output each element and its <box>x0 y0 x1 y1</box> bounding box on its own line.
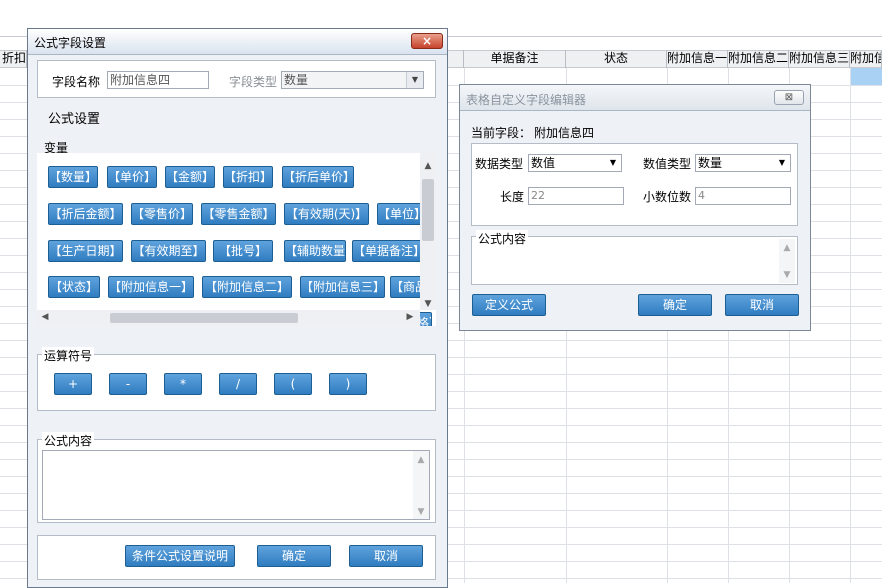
scroll-left-icon[interactable]: ◀ <box>37 312 53 322</box>
close-icon: × <box>421 34 433 48</box>
variable-button[interactable]: 【批号】 <box>213 240 273 262</box>
formula-content-scrollbar[interactable]: ▲ ▼ <box>413 451 429 519</box>
selected-grid-cell[interactable] <box>850 68 882 85</box>
formula-content-textarea[interactable]: ▲ ▼ <box>42 450 430 520</box>
scroll-down-icon[interactable]: ▼ <box>779 270 795 280</box>
editor-formula-content-group: 公式内容 ▲ ▼ <box>471 230 798 285</box>
variable-button[interactable]: 【附加信息一】 <box>108 276 194 298</box>
decimals-input[interactable]: 4 <box>695 187 791 205</box>
grid-col-extra-info-2[interactable]: 附加信息二 <box>728 50 789 68</box>
dialog-title: 公式字段设置 <box>34 36 107 50</box>
numeric-type-value: 数量 <box>698 156 723 170</box>
variable-button[interactable]: 【零售金额】 <box>201 203 276 225</box>
operator-button[interactable]: ( <box>274 373 312 395</box>
current-field-label: 当前字段： <box>471 126 532 140</box>
scroll-up-icon[interactable]: ▲ <box>779 243 795 253</box>
editor-titlebar[interactable]: 表格自定义字段编辑器 ⊠ <box>460 85 810 111</box>
variable-button[interactable]: 【状态】 <box>48 276 100 298</box>
variable-button[interactable]: 【折后金额】 <box>48 203 123 225</box>
scroll-up-icon[interactable]: ▲ <box>420 161 436 171</box>
variable-button[interactable]: 【生产日期】 <box>48 240 123 262</box>
close-icon: ⊠ <box>784 92 794 103</box>
operator-button[interactable]: + <box>54 373 92 395</box>
field-info-panel: 字段名称 附加信息四 字段类型 数量 ▼ <box>37 60 436 98</box>
vertical-scroll-thumb[interactable] <box>422 179 434 241</box>
data-type-select[interactable]: 数值 ▼ <box>528 154 622 172</box>
dialog-titlebar[interactable]: 公式字段设置 × <box>28 29 447 55</box>
custom-field-editor-dialog: 表格自定义字段编辑器 ⊠ 当前字段： 附加信息四 数据类型 数值 ▼ 数值类型 … <box>459 84 811 331</box>
grid-col-status[interactable]: 状态 <box>566 50 667 68</box>
variable-button[interactable]: 【零售价】 <box>131 203 193 225</box>
operator-button[interactable]: * <box>164 373 202 395</box>
dialog-button-bar: 条件公式设置说明 确定 取消 <box>37 535 436 580</box>
length-label: 长度 <box>500 190 525 204</box>
close-dialog-button[interactable]: × <box>411 33 443 49</box>
grid-column-line <box>850 68 851 583</box>
editor-title: 表格自定义字段编辑器 <box>466 93 587 107</box>
operator-button[interactable]: ) <box>329 373 367 395</box>
grid-col-document-remark[interactable]: 单据备注 <box>464 50 566 68</box>
numeric-type-select[interactable]: 数量 ▼ <box>695 154 791 172</box>
field-properties-group: 数据类型 数值 ▼ 数值类型 数量 ▼ 长度 22 小数位数 4 <box>471 143 798 226</box>
operator-button[interactable]: / <box>219 373 257 395</box>
variable-button[interactable]: 【数量】 <box>48 166 98 188</box>
field-name-input[interactable]: 附加信息四 <box>107 71 209 89</box>
variable-button[interactable]: 【折后单价】 <box>282 166 354 188</box>
ok-button[interactable]: 确定 <box>257 545 331 567</box>
scroll-up-icon[interactable]: ▲ <box>413 455 429 465</box>
chevron-down-icon: ▼ <box>605 155 621 171</box>
data-type-label: 数据类型 <box>475 157 524 171</box>
data-type-value: 数值 <box>531 156 556 170</box>
formula-content-group: 公式内容 ▲ ▼ <box>37 432 436 523</box>
condition-formula-help-button[interactable]: 条件公式设置说明 <box>125 545 235 567</box>
operator-button[interactable]: - <box>109 373 147 395</box>
editor-formula-content-title: 公式内容 <box>476 230 529 247</box>
scroll-down-icon[interactable]: ▼ <box>420 299 436 309</box>
variable-button[interactable]: 【折扣】 <box>223 166 273 188</box>
field-type-select[interactable]: 数量 ▼ <box>281 71 424 89</box>
close-editor-button[interactable]: ⊠ <box>774 90 804 105</box>
current-field-value: 附加信息四 <box>534 126 595 140</box>
chevron-down-icon: ▼ <box>406 72 423 88</box>
field-type-value: 数量 <box>284 73 309 87</box>
grid-col-extra-info-4[interactable]: 附加信 <box>850 50 882 68</box>
editor-cancel-button[interactable]: 取消 <box>725 294 799 316</box>
variable-button[interactable]: 【附加信息二】 <box>202 276 292 298</box>
variable-button[interactable]: 【单价】 <box>107 166 157 188</box>
editor-ok-button[interactable]: 确定 <box>638 294 712 316</box>
grid-col-extra-info-3[interactable]: 附加信息三 <box>789 50 850 68</box>
grid-col-extra-info-1[interactable]: 附加信息一 <box>667 50 728 68</box>
variable-button[interactable]: 【金额】 <box>165 166 215 188</box>
variables-scroll-area[interactable]: 【数量】 【单价】 【金额】 【折扣】 【折后单价】 【折后金额】 【零售价】 【零售金额】【… <box>37 153 436 326</box>
chevron-down-icon: ▼ <box>774 155 790 171</box>
cancel-button[interactable]: 取消 <box>349 545 423 567</box>
variable-button[interactable]: 【有效期(天)】 <box>284 203 369 225</box>
formula-settings-label: 公式设置 <box>48 112 101 127</box>
variable-button[interactable]: 【附加信息三】 <box>300 276 385 298</box>
length-input[interactable]: 22 <box>528 187 624 205</box>
variable-button[interactable]: 【单据备注】 <box>352 240 424 262</box>
grid-col-discount[interactable]: 折扣 <box>0 50 27 68</box>
variables-horizontal-scrollbar[interactable]: ◀ ▶ <box>37 310 420 326</box>
formula-content-group-title: 公式内容 <box>42 432 95 449</box>
scroll-right-icon[interactable]: ▶ <box>402 312 418 322</box>
horizontal-scroll-thumb[interactable] <box>110 313 298 323</box>
operators-group-title: 运算符号 <box>42 347 95 364</box>
operators-group: 运算符号 + - * / () <box>37 347 436 411</box>
variables-vertical-scrollbar[interactable]: ▲ ▼ <box>420 153 436 310</box>
define-formula-button[interactable]: 定义公式 <box>472 294 546 316</box>
variable-button[interactable]: 【辅助数量】 <box>284 240 346 262</box>
decimals-label: 小数位数 <box>643 190 692 204</box>
field-type-label: 字段类型 <box>229 75 278 89</box>
scroll-down-icon[interactable]: ▼ <box>413 507 429 517</box>
numeric-type-label: 数值类型 <box>643 157 692 171</box>
grid-col-blank <box>448 50 464 68</box>
field-name-label: 字段名称 <box>52 75 101 89</box>
variable-button[interactable]: 【有效期至】 <box>131 240 206 262</box>
editor-formula-scrollbar[interactable]: ▲ ▼ <box>779 239 795 283</box>
formula-field-settings-dialog: 公式字段设置 × 字段名称 附加信息四 字段类型 数量 ▼ 公式设置 变量 【数… <box>27 28 448 588</box>
